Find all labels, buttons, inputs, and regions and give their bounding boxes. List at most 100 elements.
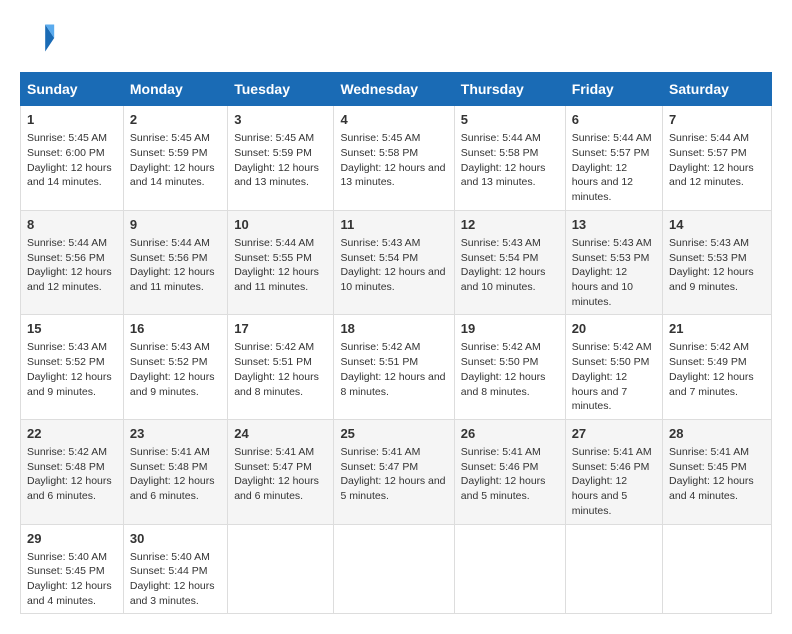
daylight-text: Daylight: 12 hours and 12 minutes. <box>572 162 633 203</box>
calendar-cell: 28Sunrise: 5:41 AMSunset: 5:45 PMDayligh… <box>663 419 772 524</box>
sunset-text: Sunset: 5:47 PM <box>234 461 312 473</box>
day-number: 6 <box>572 111 656 129</box>
daylight-text: Daylight: 12 hours and 9 minutes. <box>130 371 215 398</box>
sunset-text: Sunset: 5:44 PM <box>130 565 208 577</box>
calendar-cell: 7 Sunrise: 5:44 AM Sunset: 5:57 PM Daylight… <box>663 106 772 211</box>
sunset-text: Sunset: 5:45 PM <box>669 461 747 473</box>
sunset-text: Sunset: 5:56 PM <box>130 252 208 264</box>
calendar-cell: 4Sunrise: 5:45 AMSunset: 5:58 PMDaylight… <box>334 106 454 211</box>
daylight-text: Daylight: 12 hours and 5 minutes. <box>461 475 546 502</box>
sunrise-text: Sunrise: 5:41 AM <box>234 446 314 458</box>
day-number: 19 <box>461 320 559 338</box>
sunrise-text: Sunrise: 5:44 AM <box>669 132 749 144</box>
logo-icon <box>20 20 56 56</box>
header-cell-tuesday: Tuesday <box>228 73 334 106</box>
day-number: 26 <box>461 425 559 443</box>
day-number: 4 <box>340 111 447 129</box>
sunset-text: Sunset: 5:46 PM <box>572 461 650 473</box>
calendar-cell: 1Sunrise: 5:45 AMSunset: 6:00 PMDaylight… <box>21 106 124 211</box>
day-number: 24 <box>234 425 327 443</box>
calendar-cell: 9Sunrise: 5:44 AMSunset: 5:56 PMDaylight… <box>123 210 227 315</box>
header-cell-monday: Monday <box>123 73 227 106</box>
day-number: 9 <box>130 216 221 234</box>
calendar-cell: 3Sunrise: 5:45 AMSunset: 5:59 PMDaylight… <box>228 106 334 211</box>
sunrise-text: Sunrise: 5:45 AM <box>130 132 210 144</box>
sunrise-text: Sunrise: 5:41 AM <box>130 446 210 458</box>
header-cell-friday: Friday <box>565 73 662 106</box>
day-number: 5 <box>461 111 559 129</box>
calendar-cell: 13Sunrise: 5:43 AMSunset: 5:53 PMDayligh… <box>565 210 662 315</box>
sunset-text: Sunset: 5:57 PM <box>669 147 747 159</box>
sunset-text: Sunset: 5:56 PM <box>27 252 105 264</box>
sunset-text: Sunset: 5:53 PM <box>669 252 747 264</box>
calendar-cell: 6Sunrise: 5:44 AMSunset: 5:57 PMDaylight… <box>565 106 662 211</box>
sunset-text: Sunset: 5:52 PM <box>130 356 208 368</box>
calendar-cell: 25Sunrise: 5:41 AMSunset: 5:47 PMDayligh… <box>334 419 454 524</box>
week-row-5: 29Sunrise: 5:40 AMSunset: 5:45 PMDayligh… <box>21 524 772 614</box>
daylight-text: Daylight: 12 hours and 6 minutes. <box>130 475 215 502</box>
sunrise-text: Sunrise: 5:44 AM <box>461 132 541 144</box>
calendar-cell: 15Sunrise: 5:43 AMSunset: 5:52 PMDayligh… <box>21 315 124 420</box>
day-number: 2 <box>130 111 221 129</box>
daylight-text: Daylight: 12 hours and 6 minutes. <box>234 475 319 502</box>
sunset-text: Sunset: 5:46 PM <box>461 461 539 473</box>
sunrise-text: Sunrise: 5:44 AM <box>27 237 107 249</box>
day-number: 8 <box>27 216 117 234</box>
daylight-text: Daylight: 12 hours and 10 minutes. <box>572 266 633 307</box>
sunrise-text: Sunrise: 5:43 AM <box>130 341 210 353</box>
sunset-text: Sunset: 5:50 PM <box>572 356 650 368</box>
sunset-text: Sunset: 6:00 PM <box>27 147 105 159</box>
week-row-3: 15 Sunrise: 5:43 AM Sunset: 5:52 PM Dayligh… <box>21 315 772 420</box>
daylight-text: Daylight: 12 hours and 10 minutes. <box>340 266 445 293</box>
calendar-cell: 19Sunrise: 5:42 AMSunset: 5:50 PMDayligh… <box>454 315 565 420</box>
daylight-text: Daylight: 12 hours and 4 minutes. <box>27 580 112 607</box>
sunrise-text: Sunrise: 5:44 AM <box>572 132 652 144</box>
sunset-text: Sunset: 5:55 PM <box>234 252 312 264</box>
day-number: 1 <box>27 111 117 129</box>
calendar-table: SundayMondayTuesdayWednesdayThursdayFrid… <box>20 72 772 614</box>
day-number: 17 <box>234 320 327 338</box>
calendar-cell: 21Sunrise: 5:42 AMSunset: 5:49 PMDayligh… <box>663 315 772 420</box>
sunrise-text: Sunrise: 5:43 AM <box>572 237 652 249</box>
calendar-cell: 10Sunrise: 5:44 AMSunset: 5:55 PMDayligh… <box>228 210 334 315</box>
sunrise-text: Sunrise: 5:44 AM <box>234 237 314 249</box>
calendar-cell: 8Sunrise: 5:44 AMSunset: 5:56 PMDaylight… <box>21 210 124 315</box>
daylight-text: Daylight: 12 hours and 12 minutes. <box>669 162 754 189</box>
daylight-text: Daylight: 12 hours and 14 minutes. <box>130 162 215 189</box>
sunset-text: Sunset: 5:59 PM <box>130 147 208 159</box>
daylight-text: Daylight: 12 hours and 6 minutes. <box>27 475 112 502</box>
day-number: 22 <box>27 425 117 443</box>
sunrise-text: Sunrise: 5:42 AM <box>234 341 314 353</box>
page-header <box>20 20 772 56</box>
daylight-text: Daylight: 12 hours and 7 minutes. <box>572 371 627 412</box>
sunrise-text: Sunrise: 5:45 AM <box>340 132 420 144</box>
day-number: 23 <box>130 425 221 443</box>
day-number: 13 <box>572 216 656 234</box>
sunset-text: Sunset: 5:54 PM <box>340 252 418 264</box>
sunrise-text: Sunrise: 5:40 AM <box>130 551 210 563</box>
sunrise-text: Sunrise: 5:42 AM <box>572 341 652 353</box>
header-cell-thursday: Thursday <box>454 73 565 106</box>
calendar-header: SundayMondayTuesdayWednesdayThursdayFrid… <box>21 73 772 106</box>
sunrise-text: Sunrise: 5:45 AM <box>234 132 314 144</box>
calendar-cell: 24 Sunrise: 5:41 AM Sunset: 5:47 PM Dayligh… <box>228 419 334 524</box>
day-number: 11 <box>340 216 447 234</box>
daylight-text: Daylight: 12 hours and 11 minutes. <box>130 266 215 293</box>
week-row-4: 22Sunrise: 5:42 AMSunset: 5:48 PMDayligh… <box>21 419 772 524</box>
day-number: 14 <box>669 216 765 234</box>
sunrise-text: Sunrise: 5:41 AM <box>340 446 420 458</box>
calendar-cell: 23Sunrise: 5:41 AMSunset: 5:48 PMDayligh… <box>123 419 227 524</box>
day-number: 7 <box>669 111 765 129</box>
daylight-text: Daylight: 12 hours and 13 minutes. <box>461 162 546 189</box>
sunrise-text: Sunrise: 5:41 AM <box>461 446 541 458</box>
calendar-cell: 14Sunrise: 5:43 AMSunset: 5:53 PMDayligh… <box>663 210 772 315</box>
sunset-text: Sunset: 5:48 PM <box>27 461 105 473</box>
calendar-cell <box>228 524 334 614</box>
calendar-cell <box>334 524 454 614</box>
sunrise-text: Sunrise: 5:45 AM <box>27 132 107 144</box>
daylight-text: Daylight: 12 hours and 11 minutes. <box>234 266 319 293</box>
day-number: 15 <box>27 320 117 338</box>
daylight-text: Daylight: 12 hours and 7 minutes. <box>669 371 754 398</box>
calendar-cell: 22Sunrise: 5:42 AMSunset: 5:48 PMDayligh… <box>21 419 124 524</box>
calendar-cell: 29Sunrise: 5:40 AMSunset: 5:45 PMDayligh… <box>21 524 124 614</box>
